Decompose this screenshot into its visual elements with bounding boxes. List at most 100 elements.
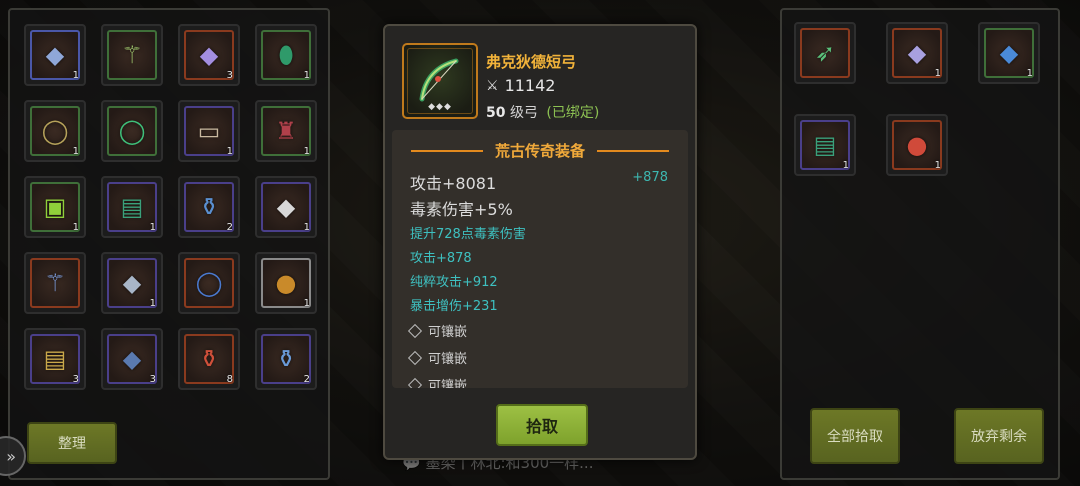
item-count: 1 (226, 146, 233, 157)
inventory-slot[interactable]: ◆ 1 (978, 22, 1040, 84)
pickup-all-button[interactable]: 全部拾取 (810, 408, 900, 464)
inventory-slot[interactable]: ◯ (178, 252, 240, 314)
inventory-slot[interactable]: ▤ 1 (101, 176, 163, 238)
staff-icon: ⚚ (44, 269, 66, 297)
potion-icon: ⚱ (198, 193, 220, 221)
sort-button[interactable]: 整理 (27, 422, 117, 464)
crossed-swords-icon: ⚔ (486, 77, 499, 94)
item-count: 2 (226, 222, 233, 233)
socket-row: 可镶嵌 (407, 375, 467, 388)
inventory-slot[interactable]: ◆ 1 (255, 176, 317, 238)
jar-icon: ▣ (43, 193, 67, 221)
item-count: 1 (934, 68, 941, 79)
item-count: 1 (72, 70, 79, 81)
bind-status: (已绑定) (546, 105, 600, 121)
level-suffix: 级弓 (509, 105, 538, 121)
crystal-icon: ◆ (999, 39, 1019, 67)
socket-diamond-icon (407, 377, 423, 388)
gem-icon: ⬮ (278, 41, 294, 69)
level-row: 50 级弓 (已绑定) (486, 102, 599, 122)
inventory-slot[interactable]: ♜ 1 (255, 100, 317, 162)
staff-icon: ⚚ (121, 41, 143, 69)
item-count: 1 (1026, 68, 1033, 79)
item-count: 1 (72, 222, 79, 233)
item-count: 1 (149, 298, 156, 309)
drop-icon: ● (275, 269, 297, 297)
right-inventory-panel: ➶ ◆ 1 ◆ 1 ▤ 1 ● 1 全部拾取 放弃剩余 (780, 8, 1060, 480)
inventory-slot[interactable]: ➶ (794, 22, 856, 84)
crystal-icon: ◆ (45, 41, 65, 69)
item-count: 1 (149, 222, 156, 233)
main-attr-attack: 攻击+8081 (410, 174, 497, 193)
socket-diamond-icon (407, 350, 423, 365)
bottle-icon: ⚱ (275, 345, 297, 373)
inventory-slot[interactable]: ▭ 1 (178, 100, 240, 162)
star-dots: ◆◆◆ (428, 102, 452, 112)
crystal-icon: ◆ (276, 193, 296, 221)
rarity-label: 荒古传奇装备 (494, 142, 585, 160)
scroll-icon: ▭ (197, 117, 221, 145)
orb-icon: ● (906, 131, 928, 159)
inventory-slot[interactable]: ⚱ 2 (255, 328, 317, 390)
item-count: 1 (72, 146, 79, 157)
item-name: 弗克狄德短弓 (486, 53, 577, 71)
item-count: 1 (842, 160, 849, 171)
bow-icon: ➶ (814, 39, 836, 67)
item-icon-frame: ◆◆◆ (402, 43, 478, 119)
inventory-slot[interactable]: ◆ 3 (101, 328, 163, 390)
ore-icon: ◆ (122, 345, 142, 373)
armor-icon: ♜ (275, 117, 297, 145)
item-count: 1 (303, 298, 310, 309)
sub-attr: 暴击增伤+231 (410, 299, 498, 314)
power-value: 11142 (504, 76, 556, 95)
inventory-slot[interactable]: ⬮ 1 (255, 24, 317, 86)
discard-rest-button[interactable]: 放弃剩余 (954, 408, 1044, 464)
inventory-slot[interactable]: ⚱ 8 (178, 328, 240, 390)
inventory-slot[interactable]: ▤ 3 (24, 328, 86, 390)
main-attr-poison: 毒素伤害+5% (410, 200, 513, 219)
sub-attr: 提升728点毒素伤害 (410, 227, 526, 242)
left-inventory-grid: ◆ 1 ⚚ ◆ 3 ⬮ 1 ◯ 1 ◯ ▭ 1 ♜ 1 ▣ 1 ▤ 1 ⚱ 2 ◆ 1 ⚚ ◆ 1 ◯ ● 1 ▤ 3 ◆ 3 ⚱ 8 ⚱ 2 (24, 24, 334, 416)
inventory-slot[interactable]: ▤ 1 (794, 114, 856, 176)
potion-icon: ⚱ (198, 345, 220, 373)
item-tooltip: ◆◆◆ 弗克狄德短弓 ⚔ 11142 50 级弓 (已绑定) 荒古传奇装备 攻击… (383, 24, 697, 460)
attribute-box: 荒古传奇装备 攻击+8081 +878 毒素伤害+5% 提升728点毒素伤害 攻… (392, 130, 688, 388)
item-count: 3 (226, 70, 233, 81)
inventory-slot[interactable]: ◆ 3 (178, 24, 240, 86)
item-count: 3 (149, 374, 156, 385)
sub-attr: 纯粹攻击+912 (410, 275, 498, 290)
crystal-icon: ◆ (907, 39, 927, 67)
ring-icon: ◯ (118, 117, 146, 145)
item-count: 1 (303, 70, 310, 81)
item-count: 2 (303, 374, 310, 385)
ore-icon: ◆ (122, 269, 142, 297)
rarity-header: 荒古传奇装备 (392, 140, 688, 161)
inventory-slot[interactable]: ⚚ (101, 24, 163, 86)
item-count: 3 (72, 374, 79, 385)
left-inventory-panel: ◆ 1 ⚚ ◆ 3 ⬮ 1 ◯ 1 ◯ ▭ 1 ♜ 1 ▣ 1 ▤ 1 ⚱ 2 ◆ 1 ⚚ ◆ 1 ◯ ● 1 ▤ 3 ◆ 3 ⚱ 8 ⚱ 2 整理 (8, 8, 330, 480)
inventory-slot[interactable]: ◆ 1 (886, 22, 948, 84)
socket-diamond-icon (407, 323, 423, 338)
inventory-slot[interactable]: ● 1 (886, 114, 948, 176)
chest-icon: ▤ (43, 345, 67, 373)
inventory-slot[interactable]: ◆ 1 (101, 252, 163, 314)
main-attr-bonus: +878 (632, 170, 668, 185)
ring-icon: ◯ (195, 269, 223, 297)
inventory-slot[interactable]: ◯ (101, 100, 163, 162)
inventory-slot[interactable]: ⚱ 2 (178, 176, 240, 238)
chest-icon: ▤ (813, 131, 837, 159)
ring-icon: ◯ (41, 117, 69, 145)
chest-icon: ▤ (120, 193, 144, 221)
crystal-icon: ◆ (199, 41, 219, 69)
inventory-slot[interactable]: ⚚ (24, 252, 86, 314)
sub-attr: 攻击+878 (410, 251, 472, 266)
inventory-slot[interactable]: ◯ 1 (24, 100, 86, 162)
item-count: 1 (303, 222, 310, 233)
item-count: 1 (303, 146, 310, 157)
socket-row: 可镶嵌 (407, 348, 467, 367)
inventory-slot[interactable]: ◆ 1 (24, 24, 86, 86)
inventory-slot[interactable]: ● 1 (255, 252, 317, 314)
inventory-slot[interactable]: ▣ 1 (24, 176, 86, 238)
socket-row: 可镶嵌 (407, 321, 467, 340)
pickup-button[interactable]: 拾取 (496, 404, 588, 446)
